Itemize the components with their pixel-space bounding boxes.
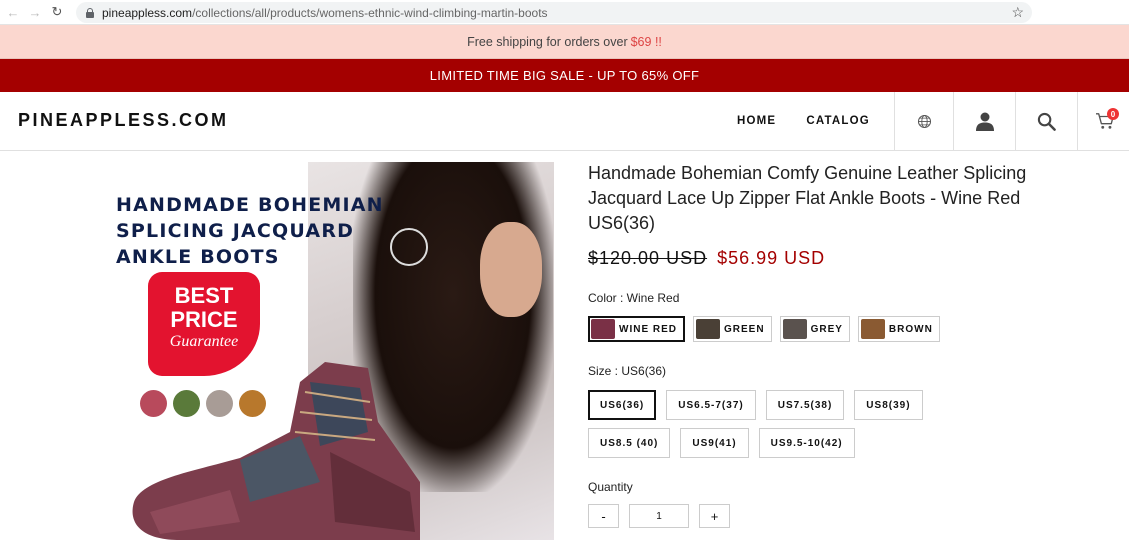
color-swatch[interactable]: GREEN <box>693 316 772 342</box>
compare-price: $120.00 USD <box>588 248 708 268</box>
forward-arrow-icon[interactable]: → <box>24 1 46 23</box>
product-section: HANDMADE BOHEMIAN SPLICING JACQUARD ANKL… <box>0 151 1129 540</box>
size-options: US6(36) US6.5-7(37) US7.5(38) US8(39) US8.5 … <box>588 390 1008 458</box>
best-price-badge: BEST PRICE Guarantee <box>148 272 260 376</box>
address-bar[interactable]: pineappless.com/collections/all/products… <box>76 2 1032 23</box>
url-path: /collections/all/products/womens-ethnic-… <box>192 5 548 20</box>
swatch-label: GREEN <box>724 323 765 335</box>
color-swatch[interactable]: BROWN <box>857 316 940 342</box>
bookmark-star-icon[interactable]: ☆ <box>1011 4 1024 21</box>
back-arrow-icon[interactable]: ← <box>2 1 24 23</box>
quantity-label: Quantity <box>588 480 633 494</box>
quantity-input[interactable] <box>629 504 689 528</box>
badge-line: PRICE <box>170 307 238 332</box>
price-block: $120.00 USD $56.99 USD <box>588 248 1028 269</box>
header-icons: 0 <box>894 92 1129 150</box>
product-title: Handmade Bohemian Comfy Genuine Leather … <box>588 163 1027 233</box>
size-option[interactable]: US6.5-7(37) <box>666 390 756 420</box>
cart-count-badge: 0 <box>1107 108 1119 120</box>
image-headline: HANDMADE BOHEMIAN SPLICING JACQUARD ANKL… <box>116 192 384 270</box>
lock-icon <box>86 7 94 18</box>
color-swatch[interactable]: GREY <box>779 316 850 342</box>
free-shipping-banner: Free shipping for orders over $69 !! <box>0 25 1129 59</box>
site-logo[interactable]: PINEAPPLESS.COM <box>18 110 229 131</box>
quantity-plus-button[interactable]: + <box>699 504 730 528</box>
swatch-thumbnail <box>860 319 885 339</box>
nav-home[interactable]: HOME <box>737 115 776 127</box>
boot-illustration <box>132 362 421 540</box>
color-options: WINE RED GREEN GREY BROWN <box>588 316 1028 342</box>
product-image[interactable]: HANDMADE BOHEMIAN SPLICING JACQUARD ANKL… <box>108 162 554 540</box>
badge-line: BEST <box>174 283 234 308</box>
size-label: Size : US6(36) <box>588 364 667 378</box>
model-face <box>480 222 542 317</box>
sale-banner-text: LIMITED TIME BIG SALE - UP TO 65% OFF <box>429 68 700 83</box>
image-headline-line: ANKLE BOOTS <box>116 246 280 268</box>
dreamcatcher-accessory <box>390 228 428 266</box>
cart-icon[interactable]: 0 <box>1077 92 1129 150</box>
swatch-thumbnail <box>696 319 720 339</box>
sale-price: $56.99 USD <box>717 248 826 268</box>
browser-toolbar: ← → ↻ pineappless.com/collections/all/pr… <box>0 0 1129 25</box>
quantity-stepper: - + <box>588 504 1028 528</box>
size-option[interactable]: US9(41) <box>680 428 749 458</box>
size-option[interactable]: US8.5 (40) <box>588 428 671 458</box>
image-headline-line: HANDMADE BOHEMIAN <box>116 194 384 216</box>
swatch-thumbnail <box>591 319 615 339</box>
globe-icon[interactable] <box>894 92 953 150</box>
promo-text: Free shipping for orders over <box>467 34 628 49</box>
promo-amount: $69 !! <box>630 34 662 49</box>
size-option[interactable]: US8(39) <box>854 390 923 420</box>
color-swatch[interactable]: WINE RED <box>588 316 685 342</box>
sale-banner[interactable]: LIMITED TIME BIG SALE - UP TO 65% OFF <box>0 59 1129 92</box>
swatch-label: BROWN <box>888 323 933 335</box>
user-icon[interactable] <box>953 92 1015 150</box>
site-header: PINEAPPLESS.COM HOME CATALOG 0 <box>0 92 1129 151</box>
size-option[interactable]: US9.5-10(42) <box>758 428 855 458</box>
size-option[interactable]: US6(36) <box>588 390 657 420</box>
product-info: Handmade Bohemian Comfy Genuine Leather … <box>588 161 1028 528</box>
color-label: Color : Wine Red <box>588 291 680 305</box>
size-option[interactable]: US7.5(38) <box>765 390 845 420</box>
nav-catalog[interactable]: CATALOG <box>806 115 870 127</box>
image-headline-line: SPLICING JACQUARD <box>116 220 355 242</box>
search-icon[interactable] <box>1015 92 1077 150</box>
reload-icon[interactable]: ↻ <box>46 1 68 23</box>
main-nav: HOME CATALOG <box>737 92 870 150</box>
quantity-minus-button[interactable]: - <box>588 504 619 528</box>
badge-line: Guarantee <box>169 333 239 350</box>
swatch-label: GREY <box>810 323 843 335</box>
swatch-label: WINE RED <box>619 323 677 335</box>
swatch-thumbnail <box>782 319 807 339</box>
url-domain: pineappless.com <box>102 5 193 20</box>
